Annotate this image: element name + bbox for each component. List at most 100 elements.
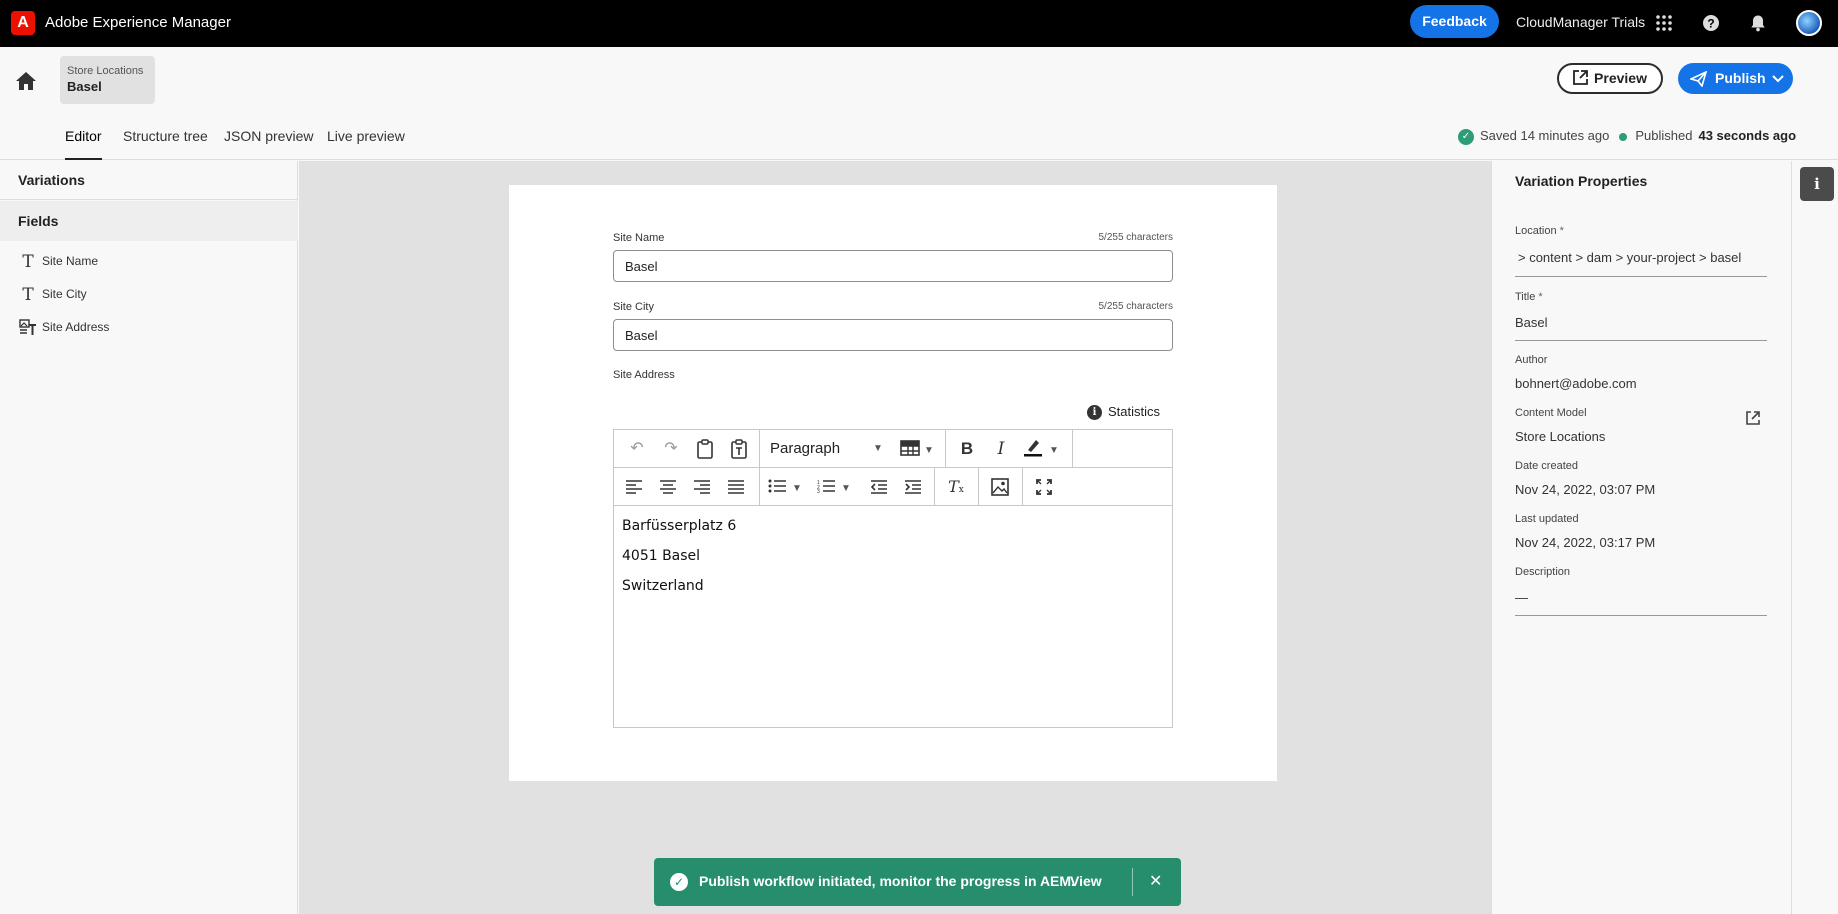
field-item-site-name[interactable]: T Site Name (18, 252, 98, 272)
title-input[interactable]: Basel (1515, 315, 1548, 330)
tab-editor[interactable]: Editor (65, 127, 102, 160)
publish-icon (1690, 71, 1708, 87)
breadcrumb-current: Basel (67, 79, 102, 94)
location-field-underline (1515, 276, 1767, 277)
description-input[interactable]: — (1515, 590, 1528, 605)
site-name-input[interactable]: Basel (613, 250, 1173, 282)
bold-icon[interactable]: B (955, 436, 979, 462)
app-title[interactable]: Adobe Experience Manager (45, 14, 231, 31)
site-city-label: Site City (613, 301, 654, 313)
align-right-icon[interactable] (690, 474, 714, 500)
bell-icon[interactable] (1745, 10, 1771, 36)
toast-view-button[interactable]: View (1070, 873, 1102, 889)
highlight-color-icon[interactable]: ▼ (1023, 436, 1067, 462)
image-icon[interactable] (988, 474, 1012, 500)
content-form: Site Name 5/255 characters Basel Site Ci… (509, 185, 1277, 781)
required-marker: * (1559, 225, 1564, 237)
fields-section[interactable]: Fields (0, 201, 298, 241)
chevron-down-icon: ▼ (873, 443, 883, 454)
feedback-button[interactable]: Feedback (1410, 5, 1499, 38)
info-icon[interactable]: i (1800, 167, 1834, 201)
required-marker: * (1538, 291, 1543, 303)
location-value[interactable]: > content > dam > your-project > basel (1518, 250, 1741, 265)
editor-header: Store Locations Basel Preview Publish Ed… (0, 47, 1838, 160)
published-time: 43 seconds ago (1698, 128, 1797, 143)
block-format-select[interactable]: Paragraph ▼ (770, 436, 890, 462)
clear-formatting-icon[interactable]: Tx (944, 474, 968, 500)
italic-icon[interactable]: I (989, 436, 1013, 462)
text-icon: T (22, 285, 34, 305)
toast-divider (1132, 868, 1133, 896)
numbered-list-icon[interactable]: 1 2 3 ▼ (817, 474, 861, 500)
publish-button[interactable]: Publish (1678, 63, 1793, 94)
rte-toolbar-row-2: ▼ 1 2 3 ▼ Tx (614, 468, 1172, 506)
site-city-input[interactable]: Basel (613, 319, 1173, 351)
svg-text:?: ? (1707, 17, 1714, 31)
site-address-label: Site Address (613, 369, 675, 381)
home-icon[interactable] (12, 67, 40, 95)
help-icon[interactable]: ? (1698, 10, 1724, 36)
table-icon[interactable]: ▼ (900, 436, 940, 462)
open-external-icon (1573, 70, 1588, 85)
align-left-icon[interactable] (622, 474, 646, 500)
statistics-button[interactable]: i Statistics (1087, 404, 1160, 421)
variations-section[interactable]: Variations (0, 161, 298, 200)
apps-grid-icon[interactable] (1651, 10, 1677, 36)
chevron-down-icon: ▼ (792, 483, 802, 494)
bullet-list-icon[interactable]: ▼ (768, 474, 812, 500)
align-justify-icon[interactable] (724, 474, 748, 500)
tab-live-preview[interactable]: Live preview (327, 127, 405, 160)
save-status: ✓ Saved 14 minutes ago Published 43 seconds… (1458, 128, 1796, 148)
date-created-label: Date created (1515, 460, 1578, 472)
preview-button[interactable]: Preview (1557, 63, 1663, 94)
open-external-icon[interactable] (1745, 410, 1761, 431)
preview-label: Preview (1594, 70, 1647, 86)
chevron-down-icon[interactable] (1772, 75, 1784, 83)
rte-content[interactable]: Barfüsserplatz 6 4051 Basel Switzerland (622, 516, 736, 606)
right-rail: i (1791, 161, 1838, 914)
description-field-underline (1515, 615, 1767, 616)
indent-icon[interactable] (901, 474, 925, 500)
toast-message: Publish workflow initiated, monitor the … (699, 873, 1075, 889)
toolbar-divider (1072, 430, 1073, 468)
paste-as-text-icon[interactable] (726, 436, 752, 462)
text-icon: T (22, 252, 34, 272)
toolbar-divider (934, 468, 935, 506)
fullscreen-icon[interactable] (1032, 474, 1056, 500)
rich-text-editor[interactable]: ↶ ↷ Paragraph ▼ ▼ B I ▼ ▼ 1 2 3 ▼ Tx Bar… (613, 429, 1173, 728)
breadcrumb[interactable]: Store Locations Basel (60, 56, 155, 104)
redo-icon[interactable]: ↷ (658, 436, 684, 462)
content-model-label: Content Model (1515, 407, 1587, 419)
site-name-char-count: 5/255 characters (1098, 232, 1174, 243)
breadcrumb-parent[interactable]: Store Locations (67, 65, 148, 77)
close-icon[interactable]: ✕ (1149, 871, 1162, 891)
user-avatar[interactable] (1796, 10, 1822, 36)
chevron-down-icon: ▼ (924, 445, 934, 456)
chevron-down-icon: ▼ (841, 483, 851, 494)
published-label: Published (1635, 128, 1693, 143)
field-item-site-city[interactable]: T Site City (18, 285, 86, 305)
address-line: Barfüsserplatz 6 (622, 518, 737, 534)
paste-icon[interactable] (692, 436, 718, 462)
undo-icon[interactable]: ↶ (624, 436, 650, 462)
rte-toolbar-row-1: ↶ ↷ Paragraph ▼ ▼ B I ▼ (614, 430, 1172, 468)
address-line: 4051 Basel (622, 548, 701, 564)
checkmark-icon: ✓ (670, 873, 688, 891)
toolbar-divider (945, 430, 946, 468)
address-line: Switzerland (622, 578, 704, 594)
adobe-logo-icon[interactable]: A (11, 11, 35, 35)
properties-panel-title: Variation Properties (1515, 173, 1648, 189)
outdent-icon[interactable] (867, 474, 891, 500)
tab-json-preview[interactable]: JSON preview (224, 127, 313, 160)
date-created-value: Nov 24, 2022, 03:07 PM (1515, 482, 1656, 497)
title-field-underline (1515, 340, 1767, 341)
publish-label: Publish (1715, 70, 1766, 86)
align-center-icon[interactable] (656, 474, 680, 500)
location-label: Location * (1515, 225, 1564, 237)
tab-structure-tree[interactable]: Structure tree (123, 127, 208, 160)
author-label: Author (1515, 354, 1548, 366)
org-switcher[interactable]: CloudManager Trials (1516, 14, 1645, 30)
last-updated-value: Nov 24, 2022, 03:17 PM (1515, 535, 1656, 550)
field-item-site-address[interactable]: Site Address (18, 318, 109, 338)
toolbar-divider (1022, 468, 1023, 506)
